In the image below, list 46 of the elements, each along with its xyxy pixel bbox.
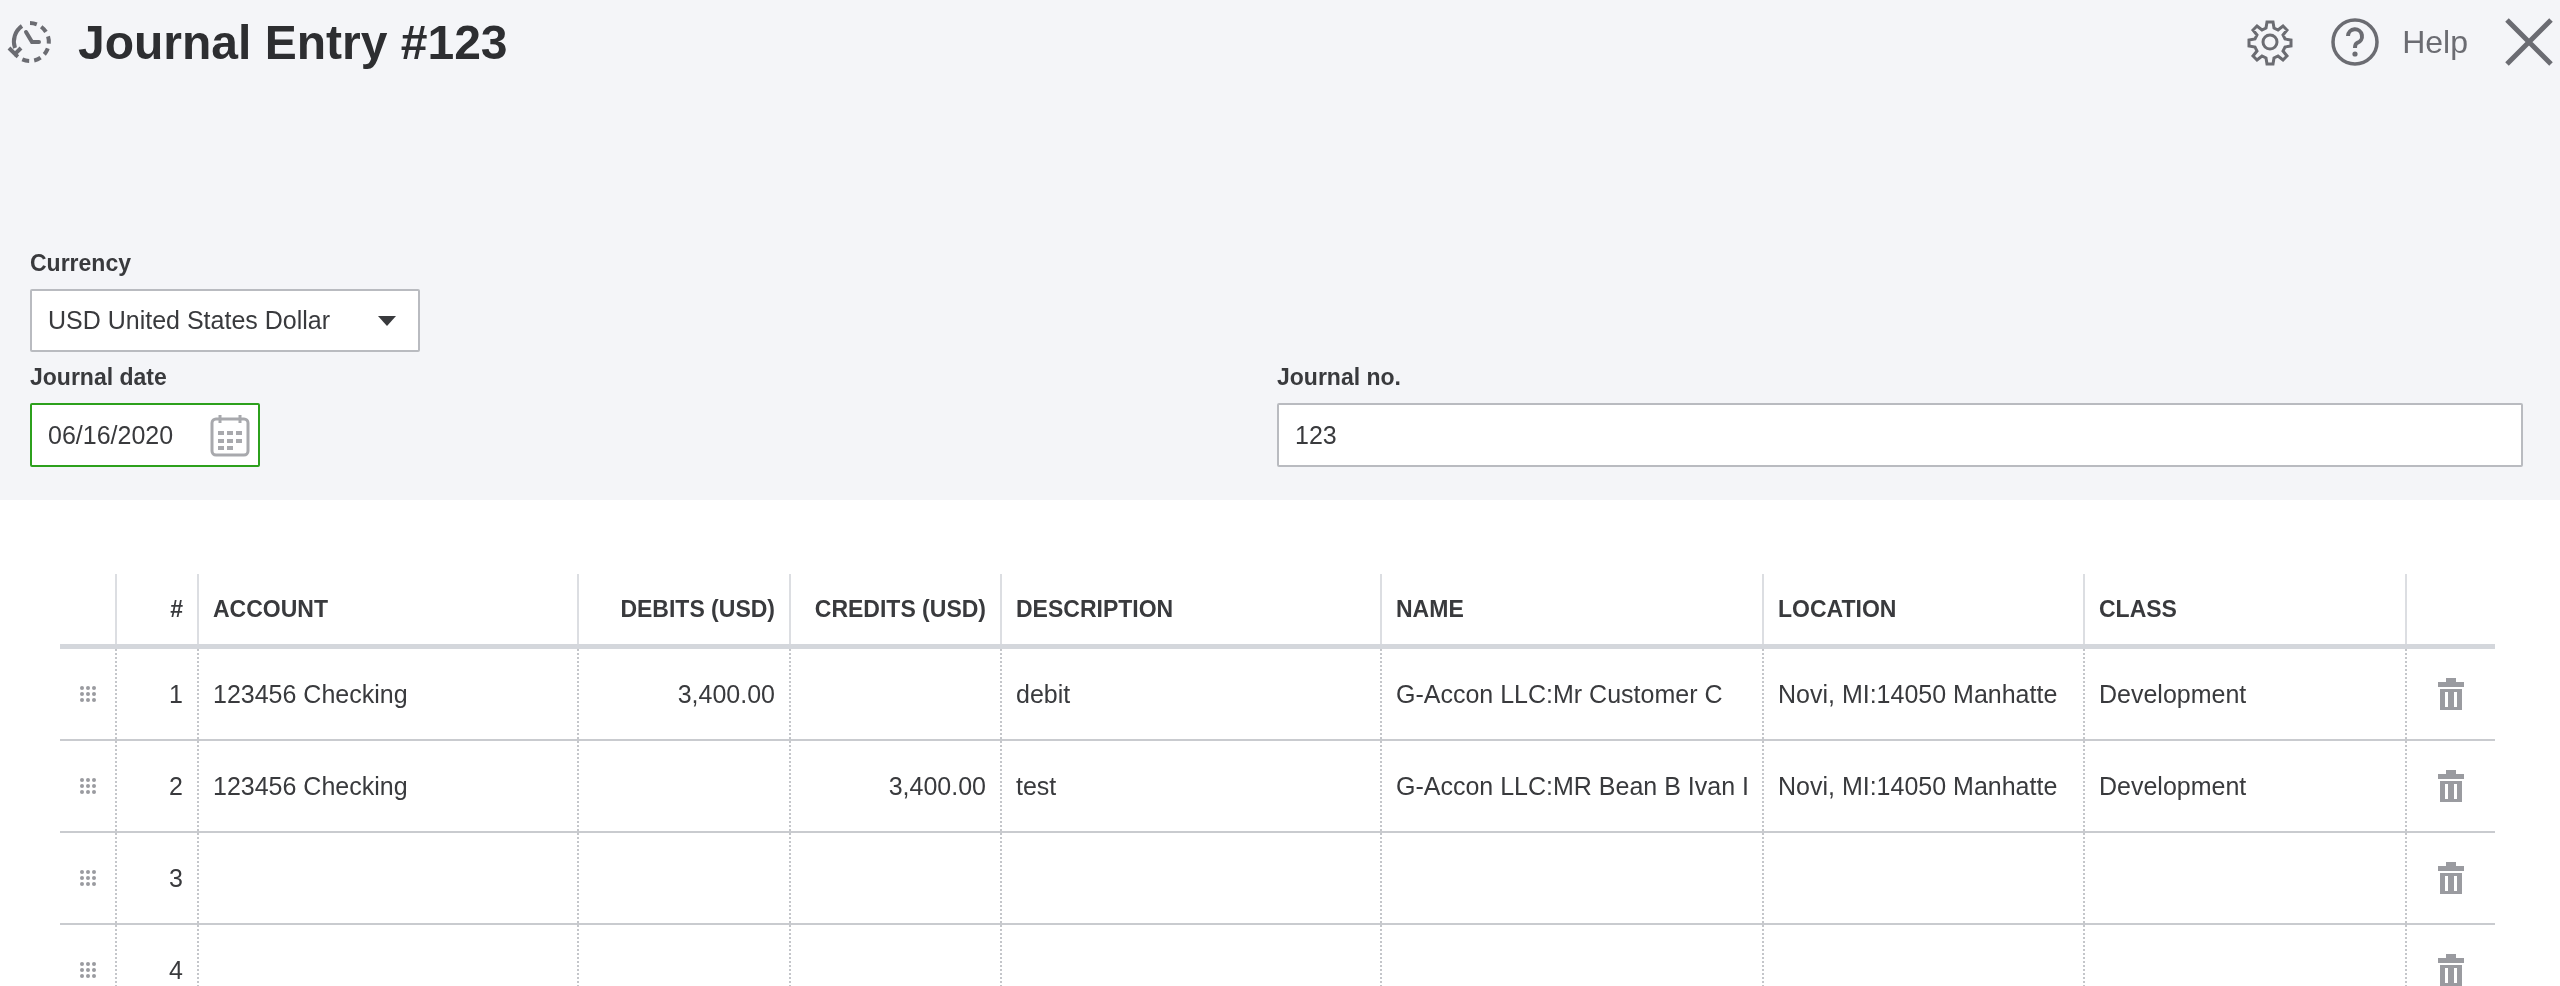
journal-number-field[interactable]: 123 bbox=[1277, 403, 2523, 467]
table-cell: Development bbox=[2099, 771, 2247, 801]
table-cell: Novi, MI:14050 Manhatte bbox=[1778, 771, 2058, 801]
column-header: ACCOUNT bbox=[213, 595, 328, 623]
column-header: DEBITS (USD) bbox=[620, 595, 775, 623]
column-header: # bbox=[170, 595, 183, 623]
caret-icon bbox=[378, 315, 396, 326]
column-header: NAME bbox=[1396, 595, 1464, 623]
drag-handle-icon[interactable] bbox=[78, 961, 97, 979]
drag-handle-icon[interactable] bbox=[78, 869, 97, 887]
help-button[interactable]: Help bbox=[2330, 17, 2468, 67]
table-cell: 123456 Checking bbox=[213, 679, 408, 709]
date-field[interactable]: 06/16/2020 bbox=[30, 403, 260, 467]
currency-dropdown[interactable]: USD United States Dollar bbox=[30, 289, 420, 352]
column-header: CLASS bbox=[2099, 595, 2177, 623]
table-cell: 2 bbox=[169, 771, 183, 801]
trash-icon[interactable] bbox=[2438, 862, 2464, 894]
column-header: LOCATION bbox=[1778, 595, 1897, 623]
question-mark-icon bbox=[2330, 17, 2381, 67]
settings-icon[interactable] bbox=[2246, 18, 2295, 66]
table-cell: 3,400.00 bbox=[677, 679, 775, 709]
field-label: Journal date bbox=[30, 364, 168, 391]
column-header: DESCRIPTION bbox=[1016, 595, 1174, 623]
drag-handle-icon[interactable] bbox=[78, 685, 97, 703]
field-label: Journal no. bbox=[1277, 364, 1402, 391]
table-cell: debit bbox=[1016, 679, 1071, 709]
calendar-icon[interactable] bbox=[210, 413, 250, 457]
trash-icon[interactable] bbox=[2438, 770, 2464, 802]
column-header: CREDITS (USD) bbox=[814, 595, 986, 623]
table-cell: 123456 Checking bbox=[213, 771, 408, 801]
trash-icon[interactable] bbox=[2438, 954, 2464, 986]
history-clock-icon[interactable] bbox=[6, 18, 54, 66]
trash-icon[interactable] bbox=[2438, 678, 2464, 710]
table-cell: G-Accon LLC:MR Bean B Ivan I bbox=[1396, 771, 1749, 801]
table-cell: Development bbox=[2099, 679, 2247, 709]
drag-handle-icon[interactable] bbox=[78, 777, 97, 795]
table-cell: 4 bbox=[169, 955, 183, 985]
field-label: Currency bbox=[30, 250, 132, 277]
table-cell: 3 bbox=[169, 863, 183, 893]
page-title: Journal Entry #123 bbox=[78, 14, 508, 70]
table-cell: G-Accon LLC:Mr Customer C bbox=[1396, 679, 1723, 709]
table-cell: Novi, MI:14050 Manhatte bbox=[1778, 679, 2058, 709]
table-cell: test bbox=[1016, 771, 1057, 801]
close-icon[interactable] bbox=[2504, 17, 2554, 67]
table-cell: 1 bbox=[169, 679, 183, 709]
table-cell: 3,400.00 bbox=[888, 771, 986, 801]
